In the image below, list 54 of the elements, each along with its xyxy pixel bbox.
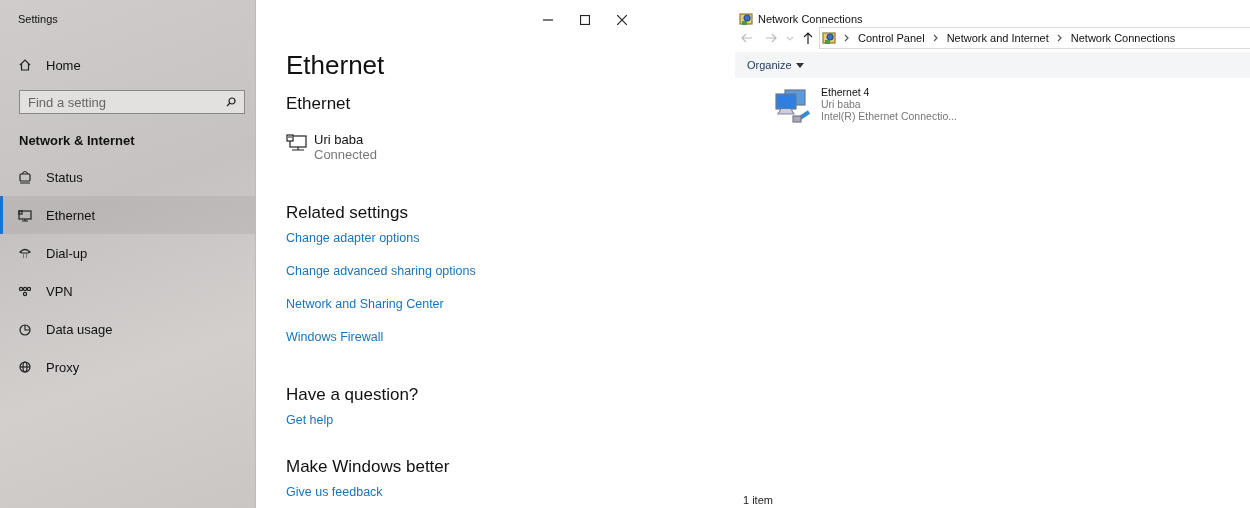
chevron-icon xyxy=(1056,34,1063,42)
close-icon xyxy=(616,15,627,25)
settings-link[interactable]: Network and Sharing Center xyxy=(286,297,444,311)
address-bar[interactable]: Control Panel Network and Internet Network Connections xyxy=(819,27,1250,49)
section-title: Ethernet xyxy=(286,94,351,114)
network-name: Uri baba xyxy=(821,98,862,110)
settings-link[interactable]: Change adapter options xyxy=(286,231,420,245)
phone-icon xyxy=(18,246,32,260)
window-title: Settings xyxy=(17,12,59,27)
maximize-icon xyxy=(579,15,590,25)
help-link[interactable]: Get help xyxy=(286,413,334,427)
chevron-icon xyxy=(844,34,850,42)
sidebar-item[interactable]: Proxy xyxy=(0,348,255,386)
forward-arrow-icon xyxy=(765,33,777,43)
sidebar-item[interactable]: Data usage xyxy=(0,310,255,348)
breadcrumb-item[interactable]: Control Panel xyxy=(858,32,925,44)
section-heading: Related settings xyxy=(286,203,408,223)
feedback-link[interactable]: Give us feedback xyxy=(286,485,383,499)
search-icon xyxy=(226,97,236,107)
window-title: Network Connections xyxy=(758,13,863,25)
control-panel-icon xyxy=(739,12,753,26)
section-heading: Have a question? xyxy=(286,385,419,405)
monitor-icon xyxy=(18,208,32,222)
connection-status: Connected xyxy=(314,147,377,162)
control-panel-icon xyxy=(822,31,836,45)
back-arrow-icon xyxy=(741,33,753,43)
breadcrumb-item[interactable]: Network and Internet xyxy=(946,32,1049,44)
vpn-icon xyxy=(18,284,32,298)
sidebar-item[interactable]: Ethernet xyxy=(0,196,255,234)
status-bar-text: 1 item xyxy=(742,494,774,508)
breadcrumb-item[interactable]: Network Connections xyxy=(1070,32,1176,44)
section-heading: Network & Internet xyxy=(18,132,136,150)
section-heading: Make Windows better xyxy=(286,457,450,477)
settings-link[interactable]: Change advanced sharing options xyxy=(286,264,476,278)
sidebar-item[interactable]: Dial-up xyxy=(0,234,255,272)
connection-name: Ethernet 4 xyxy=(821,86,871,98)
dropdown-caret-icon xyxy=(795,62,804,68)
sidebar-item[interactable]: VPN xyxy=(0,272,255,310)
pie-chart-icon xyxy=(18,322,32,336)
chevron-icon xyxy=(932,34,939,42)
organize-button[interactable]: Organize xyxy=(741,57,810,73)
search-field[interactable]: Find a setting xyxy=(19,90,245,114)
sidebar-item[interactable]: Status xyxy=(0,158,255,196)
network-monitor-icon xyxy=(286,134,308,154)
network-name: Uri baba xyxy=(314,132,365,147)
up-arrow-icon xyxy=(803,32,813,44)
adapter-name: Intel(R) Ethernet Connectio... xyxy=(821,110,957,122)
settings-link[interactable]: Windows Firewall xyxy=(286,330,384,344)
home-icon xyxy=(18,58,32,72)
page-title: Ethernet xyxy=(286,50,385,81)
home-link[interactable]: Home xyxy=(0,44,255,86)
globe-icon xyxy=(18,360,32,374)
caret-icon xyxy=(786,35,794,41)
connection-item[interactable]: Ethernet 4 Uri baba Intel(R) Ethernet Connectio... xyxy=(773,86,1250,124)
